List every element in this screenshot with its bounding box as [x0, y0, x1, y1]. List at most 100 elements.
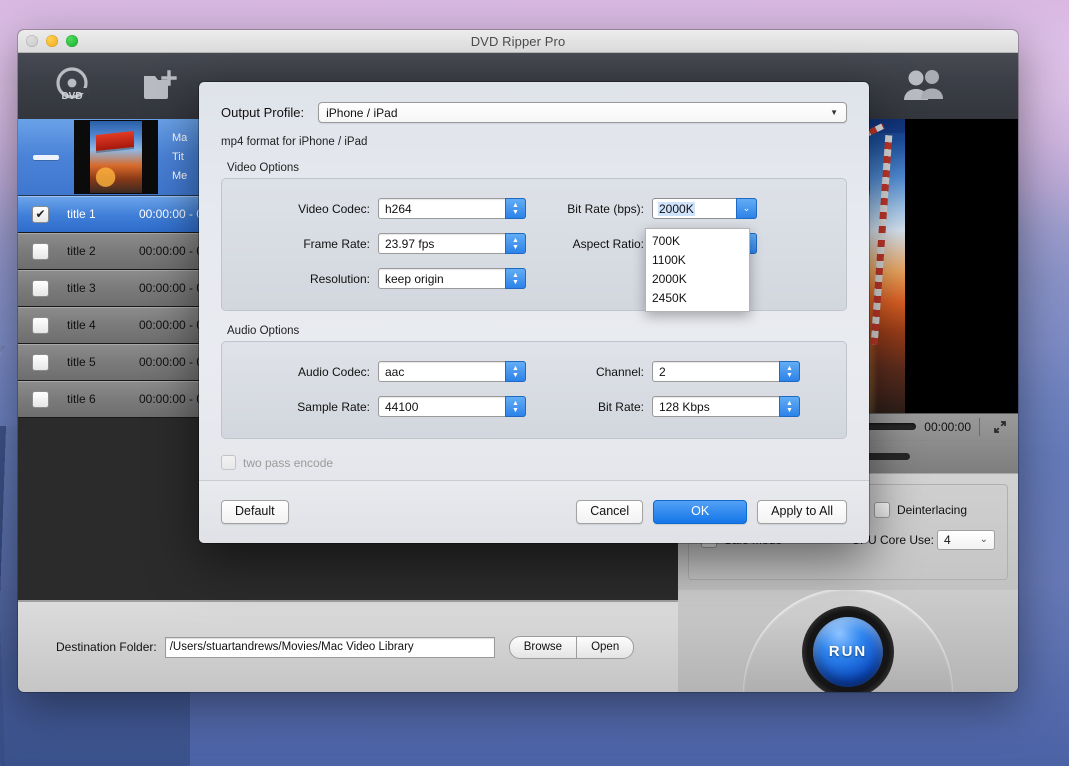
- svg-text:DVD: DVD: [61, 91, 82, 102]
- check-icon: ✔: [35, 207, 46, 221]
- window-title: DVD Ripper Pro: [470, 33, 566, 49]
- run-button[interactable]: RUN: [802, 605, 894, 692]
- users-icon-glyph: [904, 70, 943, 100]
- channel-label: Channel:: [595, 364, 644, 379]
- stepper-icon[interactable]: ▲ ▼: [779, 361, 800, 382]
- output-profile-value: iPhone / iPad: [326, 105, 398, 120]
- users-icon[interactable]: [894, 60, 954, 112]
- add-folder-icon-glyph: [144, 70, 177, 99]
- video-codec-field[interactable]: h264 ▲ ▼: [378, 198, 526, 219]
- destination-input[interactable]: /Users/stuartandrews/Movies/Mac Video Li…: [164, 636, 495, 658]
- cpu-core-select[interactable]: 4 ⌄: [937, 529, 995, 550]
- window-controls: [26, 35, 78, 47]
- resolution-field[interactable]: keep origin ▲ ▼: [378, 268, 526, 289]
- dvd-icon-glyph: DVD: [56, 67, 90, 102]
- menu-item-2000k[interactable]: 2000K: [646, 270, 749, 289]
- stepper-icon[interactable]: ▲ ▼: [505, 396, 526, 417]
- video-codec-row: Video Codec: h264 ▲ ▼ Bit Rate (bps): 200…: [222, 191, 846, 226]
- menu-item-1100k[interactable]: 1100K: [646, 251, 749, 270]
- deinterlacing-label: Deinterlacing: [896, 502, 967, 517]
- row-title: title 1: [67, 207, 96, 221]
- stepper-icon[interactable]: ▲ ▼: [779, 396, 800, 417]
- audio-bitrate-field[interactable]: 128 Kbps ▲ ▼: [652, 396, 800, 417]
- minus-icon: [33, 154, 59, 160]
- video-codec-value: h264: [385, 201, 412, 216]
- audio-codec-value: aac: [385, 364, 405, 379]
- apply-to-all-button[interactable]: Apply to All: [757, 500, 847, 524]
- chevron-down-icon: ▼: [830, 108, 838, 117]
- output-profile-row: Output Profile: iPhone / iPad ▼: [221, 102, 847, 123]
- video-options-label: Video Options: [227, 162, 300, 174]
- row-title: title 4: [67, 318, 96, 332]
- row-checkbox[interactable]: [32, 316, 49, 334]
- row-checkbox[interactable]: [32, 353, 49, 371]
- output-settings-dialog: Output Profile: iPhone / iPad ▼ mp4 form…: [199, 82, 869, 543]
- row-title: title 3: [67, 281, 96, 295]
- dialog-top: Output Profile: iPhone / iPad ▼ mp4 form…: [199, 82, 869, 148]
- disc-thumbnail[interactable]: [74, 120, 158, 194]
- destination-bar: Destination Folder: /Users/stuartandrews…: [18, 600, 678, 692]
- video-options-box: Video Codec: h264 ▲ ▼ Bit Rate (bps): 200…: [221, 178, 847, 311]
- audio-options-group: Audio Options Audio Codec: aac ▲ ▼ Channe…: [221, 325, 847, 439]
- resolution-row: Resolution: keep origin ▲ ▼: [222, 261, 846, 296]
- sample-rate-value: 44100: [385, 399, 419, 414]
- frame-rate-value: 23.97 fps: [385, 236, 435, 251]
- menu-item-2450k[interactable]: 2450K: [646, 289, 749, 308]
- bitrate-label: Bit Rate (bps):: [567, 201, 644, 216]
- profile-description: mp4 format for iPhone / iPad: [221, 136, 368, 148]
- stepper-icon[interactable]: ▲ ▼: [505, 198, 526, 219]
- destination-label: Destination Folder:: [56, 640, 157, 654]
- frame-rate-field[interactable]: 23.97 fps ▲ ▼: [378, 233, 526, 254]
- audio-options-box: Audio Codec: aac ▲ ▼ Channel: 2 ▲ ▼ Sample…: [221, 341, 847, 439]
- bitrate-value: 2000K: [658, 201, 695, 216]
- row-checkbox[interactable]: [32, 242, 49, 260]
- channel-value: 2: [659, 364, 666, 379]
- audio-codec-field[interactable]: aac ▲ ▼: [378, 361, 526, 382]
- audio-codec-row: Audio Codec: aac ▲ ▼ Channel: 2 ▲ ▼: [222, 354, 846, 389]
- resolution-label: Resolution:: [309, 271, 370, 286]
- row-checkbox[interactable]: ✔: [32, 205, 49, 223]
- audio-bitrate-value: 128 Kbps: [659, 399, 710, 414]
- two-pass-row: two pass encode: [221, 455, 847, 470]
- frame-rate-row: Frame Rate: 23.97 fps ▲▼ Aspect Ratio: ⌄: [222, 226, 846, 261]
- row-title: title 6: [67, 392, 96, 406]
- destination-buttons: Browse Open: [508, 635, 635, 659]
- bitrate-combo[interactable]: 2000K ⌄: [652, 198, 757, 219]
- cpu-core-value: 4: [944, 532, 951, 547]
- sample-rate-field[interactable]: 44100 ▲ ▼: [378, 396, 526, 417]
- chevron-down-icon[interactable]: ⌄: [736, 198, 757, 219]
- browse-button[interactable]: Browse: [508, 635, 577, 659]
- stepper-icon[interactable]: ▲ ▼: [505, 268, 526, 289]
- dialog-footer: Default Cancel OK Apply to All: [199, 480, 869, 543]
- audio-codec-label: Audio Codec:: [297, 364, 370, 379]
- bitrate-dropdown-menu[interactable]: 700K 1100K 2000K 2450K: [645, 228, 750, 312]
- app-window: DVD Ripper Pro DVD Ma Tit Me ✔ title 1 0…: [18, 30, 1018, 692]
- chevron-down-icon: ⌄: [979, 534, 988, 546]
- minimize-button[interactable]: [46, 35, 58, 47]
- output-profile-select[interactable]: iPhone / iPad ▼: [318, 102, 847, 123]
- fullscreen-icon[interactable]: [988, 416, 1012, 438]
- close-button[interactable]: [26, 35, 38, 47]
- video-options-group: Video Options Video Codec: h264 ▲ ▼ Bit R…: [221, 162, 847, 311]
- audio-options-label: Audio Options: [227, 325, 300, 337]
- ok-button[interactable]: OK: [653, 500, 748, 524]
- open-button[interactable]: Open: [576, 635, 635, 659]
- row-checkbox[interactable]: [32, 279, 49, 297]
- resolution-value: keep origin: [385, 271, 444, 286]
- collapse-disc-button[interactable]: [18, 119, 74, 195]
- sample-rate-label: Sample Rate:: [297, 399, 370, 414]
- add-folder-icon[interactable]: [132, 60, 192, 112]
- deinterlacing-checkbox[interactable]: [873, 501, 890, 518]
- stepper-icon[interactable]: ▲ ▼: [505, 233, 526, 254]
- channel-field[interactable]: 2 ▲ ▼: [652, 361, 800, 382]
- default-button[interactable]: Default: [221, 500, 289, 524]
- run-button-label: RUN: [813, 616, 883, 687]
- row-checkbox[interactable]: [32, 390, 49, 408]
- dvd-icon[interactable]: DVD: [44, 60, 104, 112]
- zoom-button[interactable]: [66, 35, 78, 47]
- two-pass-checkbox[interactable]: [221, 455, 236, 470]
- stepper-icon[interactable]: ▲ ▼: [505, 361, 526, 382]
- output-profile-label: Output Profile:: [221, 105, 305, 120]
- menu-item-700k[interactable]: 700K: [646, 232, 749, 251]
- cancel-button[interactable]: Cancel: [576, 500, 644, 524]
